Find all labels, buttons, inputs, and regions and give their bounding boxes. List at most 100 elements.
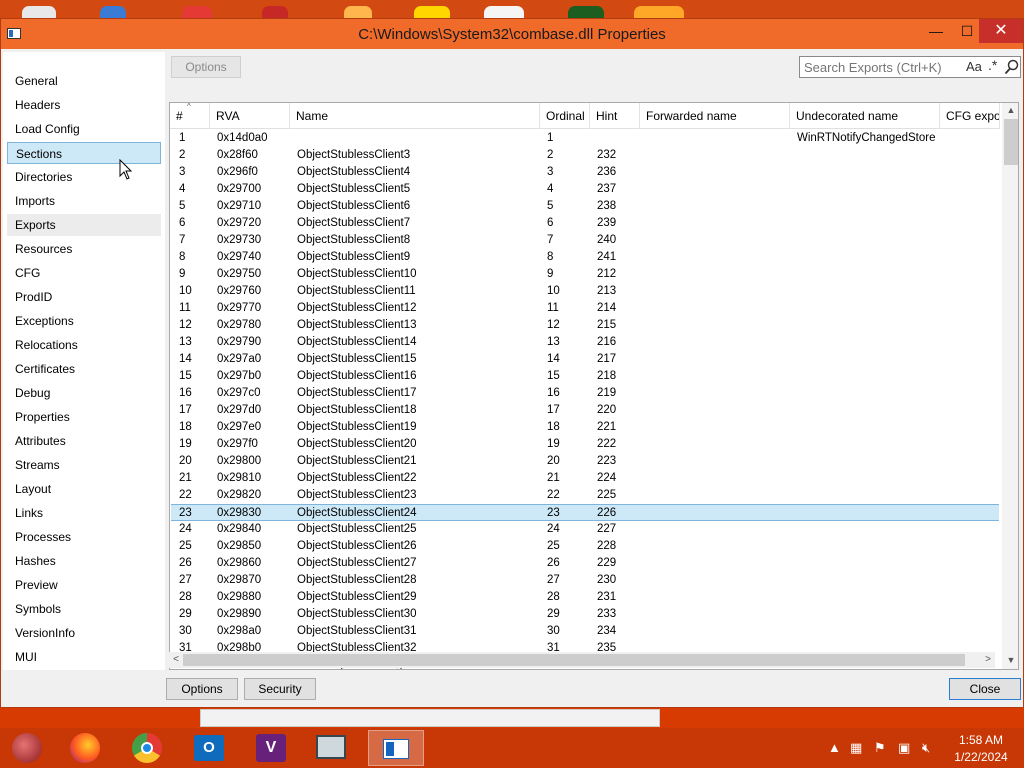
close-window-button[interactable]: ✕ [979,19,1023,43]
sidebar-item-mui[interactable]: MUI [7,646,161,668]
close-button[interactable]: Close [949,678,1021,700]
table-row[interactable]: 30 0x298a0 ObjectStublessClient31 30 234 [171,623,999,640]
sidebar-item-exports[interactable]: Exports [7,214,161,236]
table-row[interactable]: 10 0x29760 ObjectStublessClient11 10 213 [171,283,999,300]
table-row[interactable]: 24 0x29840 ObjectStublessClient25 24 227 [171,521,999,538]
sidebar-item-streams[interactable]: Streams [7,454,161,476]
table-cell-0: 14 [179,353,192,365]
regex-toggle[interactable]: .* [988,57,997,73]
sidebar-item-links[interactable]: Links [7,502,161,524]
show-hidden-icons-icon[interactable]: ▲ [828,740,841,755]
device-tray-icon[interactable]: ▣ [898,740,910,756]
sidebar-item-symbols[interactable]: Symbols [7,598,161,620]
sidebar-item-general[interactable]: General [7,70,161,92]
vertical-scroll-thumb[interactable] [1004,119,1018,165]
column-header-rva[interactable]: RVA [210,103,290,129]
table-row[interactable]: 23 0x29830 ObjectStublessClient24 23 226 [171,504,999,521]
minimize-button[interactable]: — [921,19,951,43]
table-row[interactable]: 4 0x29700 ObjectStublessClient5 4 237 [171,181,999,198]
action-center-flag-icon[interactable]: ⚑ [874,740,886,756]
sidebar-item-imports[interactable]: Imports [7,190,161,212]
visual-studio-icon[interactable]: V [248,730,294,766]
search-icon[interactable] [1004,59,1020,75]
system-settings-icon[interactable] [308,730,354,766]
horizontal-scrollbar[interactable]: < > [169,652,995,668]
table-row[interactable]: 25 0x29850 ObjectStublessClient26 25 228 [171,538,999,555]
title-bar[interactable]: C:\Windows\System32\combase.dll Properti… [1,19,1023,49]
table-row[interactable]: 16 0x297c0 ObjectStublessClient17 16 219 [171,385,999,402]
firefox-icon[interactable] [62,730,108,766]
table-row[interactable]: 21 0x29810 ObjectStublessClient22 21 224 [171,470,999,487]
sidebar-item-prodid[interactable]: ProdID [7,286,161,308]
maximize-button[interactable]: ☐ [952,19,982,43]
table-row[interactable]: 14 0x297a0 ObjectStublessClient15 14 217 [171,351,999,368]
sidebar-item-certificates[interactable]: Certificates [7,358,161,380]
chrome-icon[interactable] [124,730,170,766]
column-header-ordinal[interactable]: Ordinal [540,103,590,129]
ornament-icon[interactable] [4,730,50,766]
table-row[interactable]: 2 0x28f60 ObjectStublessClient3 2 232 [171,147,999,164]
sidebar-item-relocations[interactable]: Relocations [7,334,161,356]
clock-time[interactable]: 1:58 AM [948,733,1014,747]
outlook-icon[interactable]: O [186,730,232,766]
sidebar-item-preview[interactable]: Preview [7,574,161,596]
column-header-forwarded-name[interactable]: Forwarded name [640,103,790,129]
horizontal-scroll-thumb[interactable] [183,654,965,666]
table-row[interactable]: 15 0x297b0 ObjectStublessClient16 15 218 [171,368,999,385]
table-row[interactable]: 6 0x29720 ObjectStublessClient7 6 239 [171,215,999,232]
table-row[interactable]: 5 0x29710 ObjectStublessClient6 5 238 [171,198,999,215]
sidebar-item-hashes[interactable]: Hashes [7,550,161,572]
vertical-scrollbar[interactable]: ▲ ▼ [1002,103,1018,669]
table-row[interactable]: 13 0x29790 ObjectStublessClient14 13 216 [171,334,999,351]
table-row[interactable]: 17 0x297d0 ObjectStublessClient18 17 220 [171,402,999,419]
system-informer-icon[interactable] [368,730,424,766]
network-tray-icon[interactable]: ▦ [850,740,862,756]
match-case-toggle[interactable]: Aa [966,59,982,74]
table-row[interactable]: 18 0x297e0 ObjectStublessClient19 18 221 [171,419,999,436]
sidebar-item-sections[interactable]: Sections [7,142,161,164]
table-row[interactable]: 26 0x29860 ObjectStublessClient27 26 229 [171,555,999,572]
column-header-cfg-export[interactable]: CFG export [940,103,1000,129]
table-cell-4: 215 [597,319,617,331]
sidebar-item-exceptions[interactable]: Exceptions [7,310,161,332]
table-row[interactable]: 7 0x29730 ObjectStublessClient8 7 240 [171,232,999,249]
scroll-down-icon[interactable]: ▼ [1002,653,1018,667]
table-row[interactable]: 8 0x29740 ObjectStublessClient9 8 241 [171,249,999,266]
table-row[interactable]: 9 0x29750 ObjectStublessClient10 9 212 [171,266,999,283]
search-input[interactable] [802,58,962,76]
table-row[interactable]: 1 0x14d0a0 1 WinRTNotifyChangedStore [171,130,999,147]
table-row[interactable]: 28 0x29880 ObjectStublessClient29 28 231 [171,589,999,606]
table-row[interactable]: 29 0x29890 ObjectStublessClient30 29 233 [171,606,999,623]
table-row[interactable]: 19 0x297f0 ObjectStublessClient20 19 222 [171,436,999,453]
column-header-undecorated-name[interactable]: Undecorated name [790,103,940,129]
sidebar-item-debug[interactable]: Debug [7,382,161,404]
volume-muted-icon[interactable]: 🔇︎ [922,740,930,756]
sidebar-item-directories[interactable]: Directories [7,166,161,188]
table-row[interactable]: 27 0x29870 ObjectStublessClient28 27 230 [171,572,999,589]
sidebar-item-cfg[interactable]: CFG [7,262,161,284]
table-cell-4: 234 [597,625,617,637]
sidebar-item-resources[interactable]: Resources [7,238,161,260]
column-header-hint[interactable]: Hint [590,103,640,129]
table-row[interactable]: 22 0x29820 ObjectStublessClient23 22 225 [171,487,999,504]
sidebar-item-attributes[interactable]: Attributes [7,430,161,452]
options-button[interactable]: Options [166,678,238,700]
table-row[interactable]: 20 0x29800 ObjectStublessClient21 20 223 [171,453,999,470]
security-button[interactable]: Security [244,678,316,700]
sidebar-item-layout[interactable]: Layout [7,478,161,500]
scroll-left-icon[interactable]: < [169,652,183,668]
sidebar-item-versioninfo[interactable]: VersionInfo [7,622,161,644]
sidebar-item-properties[interactable]: Properties [7,406,161,428]
table-row[interactable]: 12 0x29780 ObjectStublessClient13 12 215 [171,317,999,334]
column-header-name[interactable]: Name [290,103,540,129]
table-row[interactable]: 3 0x296f0 ObjectStublessClient4 3 236 [171,164,999,181]
table-cell-4: 240 [597,234,617,246]
sidebar-item-processes[interactable]: Processes [7,526,161,548]
sidebar-item-load-config[interactable]: Load Config [7,118,161,140]
clock-date[interactable]: 1/22/2024 [948,750,1014,764]
sidebar-item-headers[interactable]: Headers [7,94,161,116]
scroll-up-icon[interactable]: ▲ [1002,103,1018,117]
table-row[interactable]: 11 0x29770 ObjectStublessClient12 11 214 [171,300,999,317]
table-cell-2: ObjectStublessClient31 [297,625,417,637]
scroll-right-icon[interactable]: > [981,652,995,668]
